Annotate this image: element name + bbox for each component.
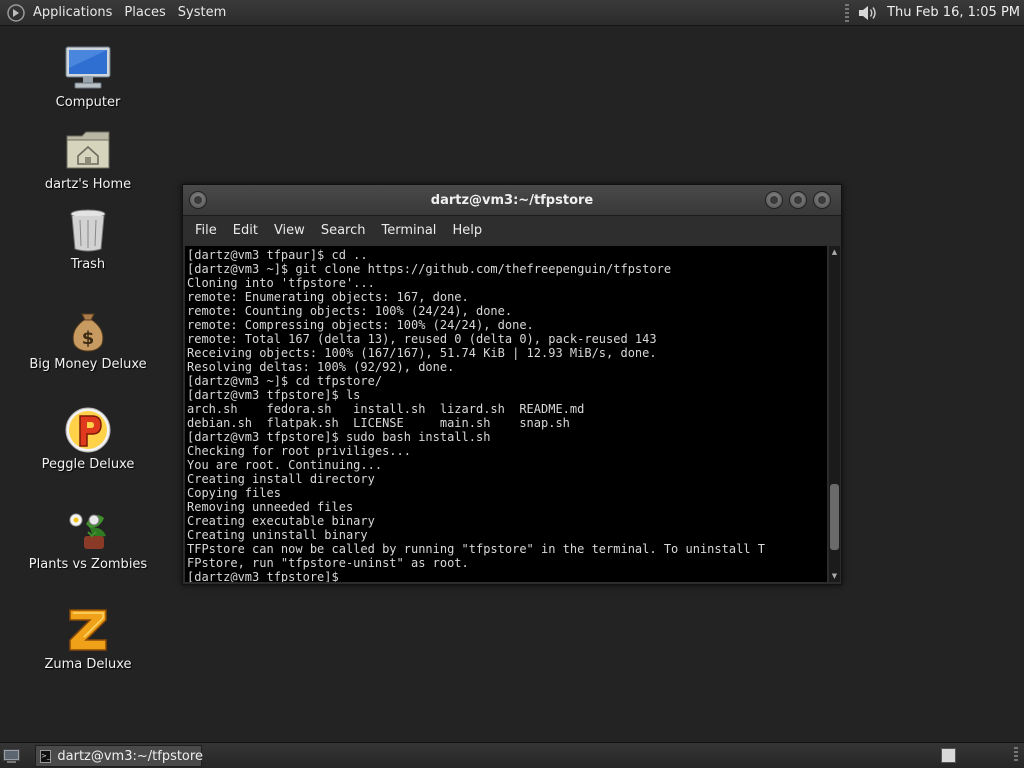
close-button[interactable] — [813, 191, 831, 209]
show-desktop-icon[interactable] — [3, 748, 20, 763]
taskbar-terminal-button[interactable]: >_ dartz@vm3:~/tfpstore — [35, 745, 203, 767]
menu-places[interactable]: Places — [118, 0, 171, 25]
taskbar-label: dartz@vm3:~/tfpstore — [57, 748, 203, 764]
top-panel: Applications Places System Thu Feb 16, 1… — [0, 0, 1024, 26]
svg-text:$: $ — [82, 328, 95, 349]
menu-file[interactable]: File — [187, 223, 225, 238]
desktop-icon-peggle-deluxe[interactable]: Peggle Deluxe — [18, 406, 158, 472]
menu-search[interactable]: Search — [313, 223, 374, 238]
window-titlebar[interactable]: dartz@vm3:~/tfpstore — [183, 185, 841, 216]
scroll-up-arrow-icon[interactable]: ▲ — [829, 246, 840, 258]
desktop-icon-zuma-deluxe[interactable]: Zuma Deluxe — [18, 606, 158, 672]
desktop-icon-label: Peggle Deluxe — [41, 457, 135, 472]
desktop-icon-label: Zuma Deluxe — [44, 657, 132, 672]
zuma-z-icon — [64, 606, 112, 654]
scroll-down-arrow-icon[interactable]: ▼ — [829, 570, 840, 582]
bottom-panel: >_ dartz@vm3:~/tfpstore — [0, 742, 1024, 768]
desktop-icon-big-money-deluxe[interactable]: $ Big Money Deluxe — [18, 306, 158, 372]
terminal-scrollbar[interactable]: ▲ ▼ — [829, 246, 840, 582]
top-panel-tray: Thu Feb 16, 1:05 PM — [845, 0, 1024, 25]
desktop-icon-label: Trash — [70, 257, 106, 272]
menu-terminal[interactable]: Terminal — [373, 223, 444, 238]
desktop-icon-home[interactable]: dartz's Home — [18, 126, 158, 192]
terminal-window[interactable]: dartz@vm3:~/tfpstore File Edit View Sear… — [182, 184, 842, 585]
window-title: dartz@vm3:~/tfpstore — [430, 193, 594, 208]
clock[interactable]: Thu Feb 16, 1:05 PM — [879, 5, 1024, 20]
scrollbar-thumb[interactable] — [830, 484, 839, 551]
terminal-text: [dartz@vm3 tfpaur]$ cd .. [dartz@vm3 ~]$… — [187, 248, 765, 582]
computer-monitor-icon — [64, 44, 112, 92]
speaker-volume-icon[interactable] — [857, 2, 879, 24]
gnome-foot-logo-icon[interactable] — [7, 3, 25, 22]
desktop-icon-label: Computer — [55, 95, 121, 110]
money-bag-icon: $ — [64, 306, 112, 354]
panel-grip-handle[interactable] — [1014, 747, 1018, 763]
desktop-icon-label: Big Money Deluxe — [29, 357, 147, 372]
workspace-switcher-icon[interactable] — [941, 748, 956, 763]
desktop-icon-plants-vs-zombies[interactable]: Plants vs Zombies — [18, 506, 158, 572]
desktop-icon-trash[interactable]: Trash — [18, 206, 158, 272]
terminal-icon: >_ — [40, 749, 52, 763]
maximize-button[interactable] — [789, 191, 807, 209]
desktop-icon-computer[interactable]: Computer — [18, 44, 158, 110]
peggle-ball-icon — [64, 406, 112, 454]
menu-view[interactable]: View — [266, 223, 313, 238]
desktop-icon-label: dartz's Home — [44, 177, 132, 192]
trash-bin-icon — [64, 206, 112, 254]
desktop-icon-label: Plants vs Zombies — [28, 557, 148, 572]
plants-zombies-icon — [64, 506, 112, 554]
home-folder-icon — [64, 126, 112, 174]
minimize-button[interactable] — [765, 191, 783, 209]
menu-help[interactable]: Help — [444, 223, 490, 238]
menu-applications[interactable]: Applications — [27, 0, 118, 25]
terminal-output[interactable]: [dartz@vm3 tfpaur]$ cd .. [dartz@vm3 ~]$… — [185, 246, 827, 582]
terminal-menubar: File Edit View Search Terminal Help — [183, 216, 841, 245]
menu-edit[interactable]: Edit — [225, 223, 266, 238]
panel-grip-handle[interactable] — [845, 3, 850, 22]
menu-system[interactable]: System — [172, 0, 232, 25]
